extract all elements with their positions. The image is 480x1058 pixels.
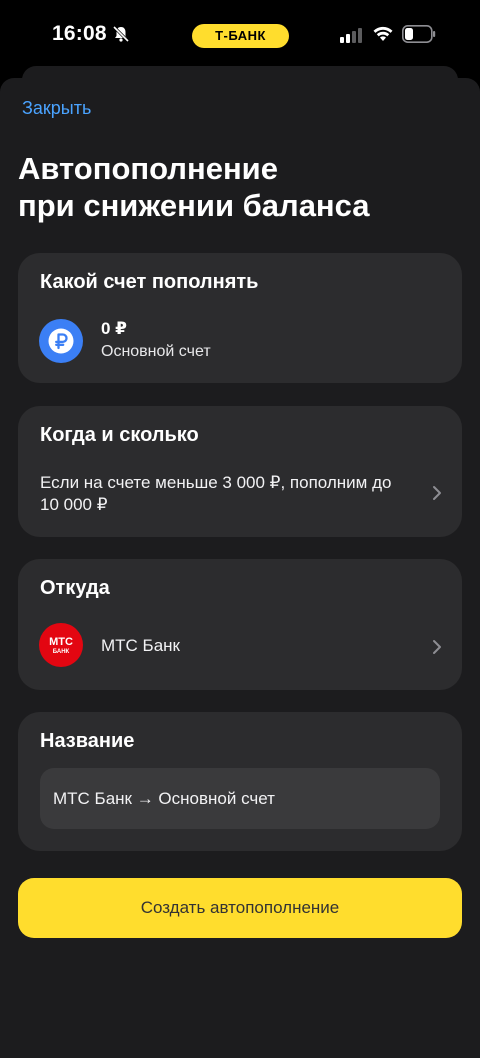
account-card-title: Какой счет пополнять: [40, 271, 259, 293]
account-balance: 0 ₽: [101, 319, 128, 338]
mts-logo-text: МТС: [49, 636, 73, 648]
account-name: Основной счет: [101, 343, 211, 360]
chevron-right-icon: [433, 486, 441, 500]
mts-logo-subtext: БАНК: [53, 649, 70, 655]
mts-bank-logo: МТС БАНК: [39, 623, 83, 667]
source-bank-name: МТС Банк: [101, 636, 180, 655]
chevron-right-icon: [433, 640, 441, 654]
name-card: Название: [18, 712, 462, 851]
create-autopay-button[interactable]: Создать автопополнение: [18, 878, 462, 938]
ruble-icon: [39, 319, 83, 363]
status-time: 16:08: [52, 22, 107, 45]
name-card-title: Название: [40, 730, 135, 752]
bell-slash-icon: [112, 25, 130, 43]
autopay-name-input[interactable]: [40, 768, 440, 829]
signal-icon: [340, 28, 362, 43]
page-title-line-1: Автопополнение: [18, 151, 278, 186]
rule-card[interactable]: Когда и сколько Если на счете меньше 3 0…: [18, 406, 462, 537]
account-card[interactable]: Какой счет пополнять 0 ₽ Основной счет: [18, 253, 462, 383]
close-button[interactable]: Закрыть: [22, 98, 91, 119]
status-bar: 16:08 Т-БАНК: [0, 0, 480, 70]
wifi-icon: [373, 26, 393, 41]
battery-icon: [402, 25, 436, 43]
rule-card-title: Когда и сколько: [40, 424, 199, 446]
page-title: Автопополнение при снижении баланса: [18, 150, 462, 224]
page-title-line-2: при снижении баланса: [18, 188, 370, 223]
bank-badge[interactable]: Т-БАНК: [192, 24, 289, 48]
rule-description: Если на счете меньше 3 000 ₽, пополним д…: [40, 473, 392, 514]
source-card-title: Откуда: [40, 577, 110, 599]
source-card[interactable]: Откуда МТС БАНК МТС Банк: [18, 559, 462, 690]
